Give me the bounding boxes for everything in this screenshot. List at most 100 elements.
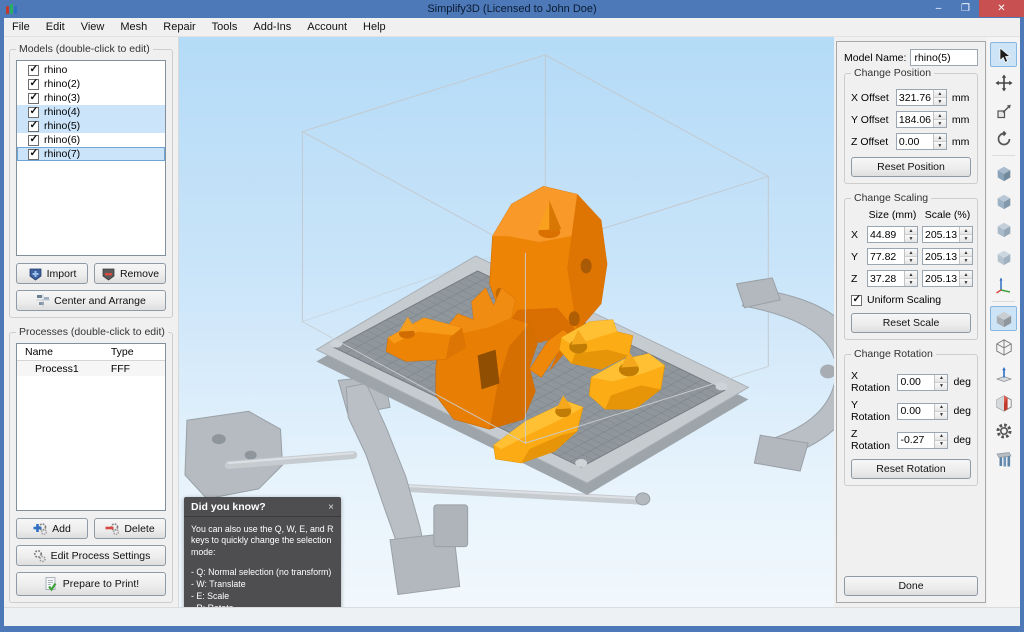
model-list-item[interactable]: rhino(6)	[17, 133, 165, 147]
spinner-control[interactable]: ▲▼	[904, 249, 917, 264]
model-list-item[interactable]: rhino(3)	[17, 91, 165, 105]
model-checkbox[interactable]	[28, 93, 39, 104]
coordinate-axes-tool[interactable]	[990, 272, 1017, 297]
model-list[interactable]: rhino rhino(2) rhino(3) rhino(4) rhino(5…	[16, 60, 166, 256]
reset-rotation-button[interactable]: Reset Rotation	[851, 459, 971, 479]
view-preset-2[interactable]	[990, 188, 1017, 213]
done-button[interactable]: Done	[844, 576, 978, 596]
menu-account[interactable]: Account	[299, 18, 355, 37]
did-you-know-body: You can also use the Q, W, E, and R keys…	[191, 524, 334, 558]
model-checkbox[interactable]	[28, 107, 39, 118]
menu-repair[interactable]: Repair	[155, 18, 203, 37]
model-name-input[interactable]	[910, 49, 978, 66]
scale-header: Scale (%)	[922, 209, 973, 221]
spinner-control[interactable]: ▲▼	[933, 134, 946, 149]
x-rotation-input[interactable]: ▲▼	[897, 374, 948, 391]
model-checkbox[interactable]	[28, 121, 39, 132]
spinner-control[interactable]: ▲▼	[959, 271, 972, 286]
prepare-to-print-button[interactable]: Prepare to Print!	[16, 572, 166, 596]
uniform-scaling-checkbox[interactable]	[851, 295, 862, 306]
z-scale-input[interactable]: ▲▼	[922, 270, 973, 287]
window-title: Simplify3D (Licensed to John Doe)	[0, 3, 1024, 15]
model-checkbox[interactable]	[28, 79, 39, 90]
reset-scale-button[interactable]: Reset Scale	[851, 313, 971, 333]
spinner-control[interactable]: ▲▼	[934, 375, 947, 390]
menu-file[interactable]: File	[4, 18, 38, 37]
y-scale-input[interactable]: ▲▼	[922, 248, 973, 265]
process-table[interactable]: Name Type Process1 FFF	[16, 343, 166, 511]
model-list-item[interactable]: rhino(7)	[17, 147, 165, 161]
solid-cube-icon	[995, 310, 1013, 328]
model-checkbox[interactable]	[28, 135, 39, 146]
model-list-item[interactable]: rhino(4)	[17, 105, 165, 119]
x-offset-input[interactable]: ▲▼	[896, 89, 947, 106]
model-list-item[interactable]: rhino	[17, 63, 165, 77]
support-structures-tool[interactable]	[990, 446, 1017, 471]
cross-section-tool[interactable]	[990, 390, 1017, 415]
import-icon	[28, 267, 43, 281]
rotate-icon	[995, 130, 1013, 148]
reset-position-button[interactable]: Reset Position	[851, 157, 971, 177]
model-checkbox[interactable]	[28, 65, 39, 76]
y-offset-input[interactable]: ▲▼	[896, 111, 947, 128]
model-settings-panel: Model Name: Change Position X Offset ▲▼ …	[836, 41, 986, 603]
rotate-tool[interactable]	[990, 126, 1017, 151]
menu-mesh[interactable]: Mesh	[112, 18, 155, 37]
spinner-control[interactable]: ▲▼	[959, 227, 972, 242]
edit-process-settings-button[interactable]: Edit Process Settings	[16, 545, 166, 566]
z-size-input[interactable]: ▲▼	[867, 270, 918, 287]
spinner-control[interactable]: ▲▼	[933, 112, 946, 127]
spinner-control[interactable]: ▲▼	[934, 404, 947, 419]
spinner-control[interactable]: ▲▼	[959, 249, 972, 264]
title-bar: Simplify3D (Licensed to John Doe) – ❐ ✕	[0, 0, 1024, 18]
y-rotation-input[interactable]: ▲▼	[897, 403, 948, 420]
import-button[interactable]: Import	[16, 263, 88, 284]
model-checkbox[interactable]	[28, 149, 39, 160]
menu-help[interactable]: Help	[355, 18, 394, 37]
change-position-group: Change Position X Offset ▲▼ mm Y Offset …	[844, 73, 978, 184]
viewport-3d[interactable]: Did you know? × You can also use the Q, …	[179, 37, 834, 607]
supports-icon	[995, 450, 1013, 468]
process-row[interactable]: Process1 FFF	[17, 361, 165, 376]
menu-tools[interactable]: Tools	[204, 18, 246, 37]
spinner-control[interactable]: ▲▼	[904, 271, 917, 286]
center-arrange-button[interactable]: Center and Arrange	[16, 290, 166, 311]
minimize-button[interactable]: –	[925, 0, 952, 17]
machine-settings-tool[interactable]	[990, 418, 1017, 443]
maximize-button[interactable]: ❐	[952, 0, 979, 17]
tooltip-close-icon[interactable]: ×	[328, 502, 334, 513]
select-cursor-tool[interactable]	[990, 42, 1017, 67]
delete-process-button[interactable]: Delete	[94, 518, 166, 539]
z-offset-input[interactable]: ▲▼	[896, 133, 947, 150]
scale-tool[interactable]	[990, 98, 1017, 123]
spinner-control[interactable]: ▲▼	[904, 227, 917, 242]
change-rotation-group: Change Rotation X Rotation ▲▼ deg Y Rota…	[844, 354, 978, 486]
xyz-axes-icon	[995, 276, 1013, 294]
wireframe-render-tool[interactable]	[990, 334, 1017, 359]
add-process-button[interactable]: Add	[16, 518, 88, 539]
model-list-item[interactable]: rhino(2)	[17, 77, 165, 91]
view-preset-4[interactable]	[990, 244, 1017, 269]
scale-icon	[995, 102, 1013, 120]
menu-edit[interactable]: Edit	[38, 18, 73, 37]
close-button[interactable]: ✕	[979, 0, 1024, 17]
did-you-know-title: Did you know?	[191, 501, 266, 513]
view-preset-3[interactable]	[990, 216, 1017, 241]
spinner-control[interactable]: ▲▼	[934, 433, 947, 448]
x-scale-input[interactable]: ▲▼	[922, 226, 973, 243]
menu-view[interactable]: View	[73, 18, 113, 37]
model-list-item[interactable]: rhino(5)	[17, 119, 165, 133]
remove-button[interactable]: Remove	[94, 263, 166, 284]
translate-tool[interactable]	[990, 70, 1017, 95]
view-preset-1[interactable]	[990, 160, 1017, 185]
x-size-input[interactable]: ▲▼	[867, 226, 918, 243]
spinner-control[interactable]: ▲▼	[933, 90, 946, 105]
solid-render-tool[interactable]	[990, 306, 1017, 331]
surface-normals-tool[interactable]	[990, 362, 1017, 387]
y-size-input[interactable]: ▲▼	[867, 248, 918, 265]
cube-view-icon	[995, 192, 1013, 210]
z-rotation-input[interactable]: ▲▼	[897, 432, 948, 449]
models-group: Models (double-click to edit) rhino rhin…	[9, 49, 173, 318]
move-arrows-icon	[995, 74, 1013, 92]
menu-addins[interactable]: Add-Ins	[245, 18, 299, 37]
